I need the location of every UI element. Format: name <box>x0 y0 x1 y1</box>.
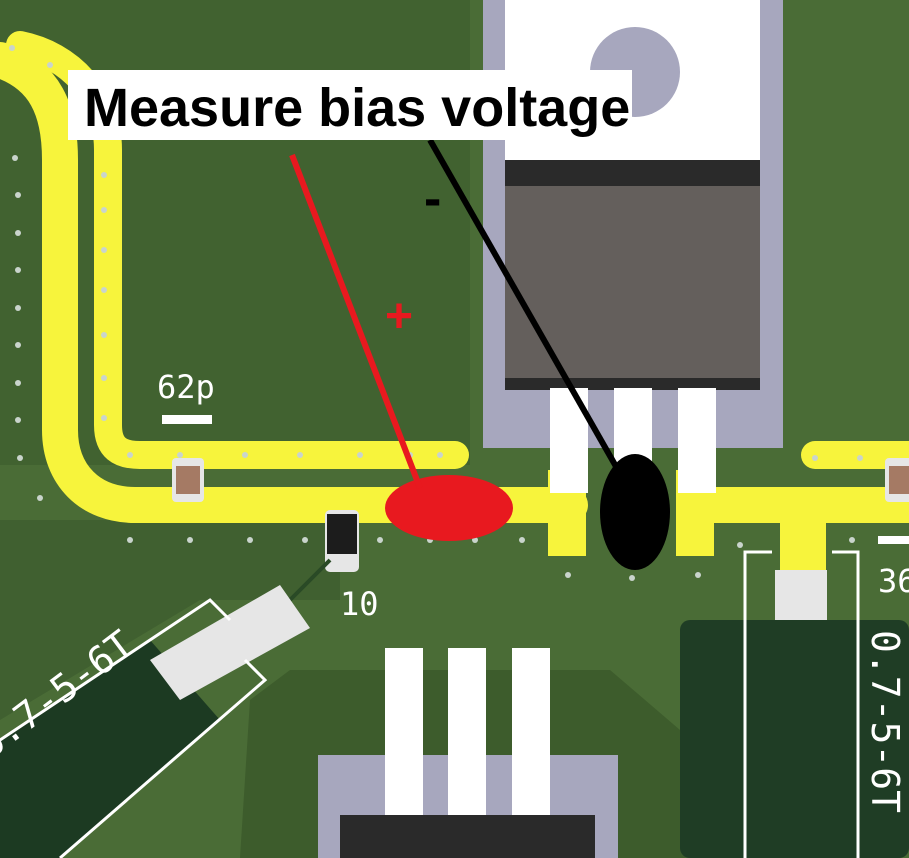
bottom-lead-2 <box>448 648 486 815</box>
transistor-lead-3 <box>678 388 716 493</box>
cap-value-label: 62p <box>157 368 215 406</box>
bottom-lead-1 <box>385 648 423 815</box>
callout-box: Measure bias voltage <box>68 70 632 140</box>
cut-label: 36 <box>878 562 909 600</box>
positive-probe-point <box>385 475 513 541</box>
negative-probe-point <box>600 454 670 570</box>
capacitor-silk-marker <box>162 415 212 424</box>
negative-sign: - <box>424 170 441 228</box>
cut-marker <box>878 536 909 544</box>
callout-text: Measure bias voltage <box>84 78 630 138</box>
capacitor-62p <box>172 458 204 502</box>
capacitor-right <box>885 458 909 502</box>
inductor-right-label: 0.7-5-6T <box>863 630 907 813</box>
pcb-layout-view: 62p 10 0.7-5-6T 0.7-5-6T 36 <box>0 0 909 858</box>
positive-sign: + <box>385 290 413 343</box>
rf-trace-stub-down <box>780 505 826 575</box>
bottom-lead-3 <box>512 648 550 815</box>
resistor-value-label: 10 <box>340 585 379 623</box>
